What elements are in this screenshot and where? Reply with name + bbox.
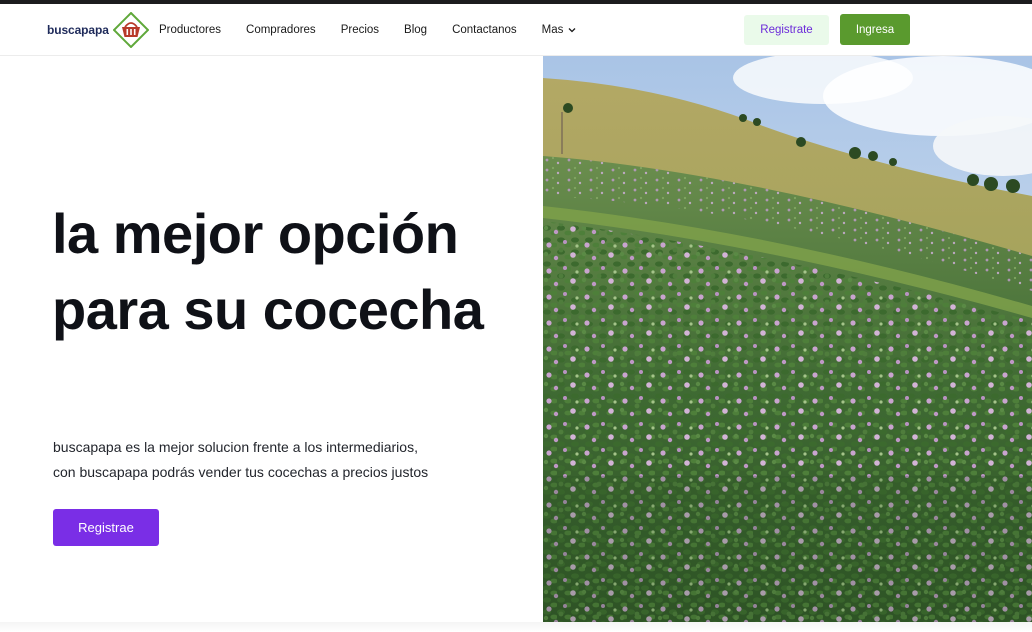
main-nav: Productores Compradores Precios Blog Con… bbox=[159, 4, 602, 56]
brand-name: buscapapa bbox=[47, 23, 109, 37]
chevron-down-icon bbox=[568, 28, 576, 33]
nav-link-compradores[interactable]: Compradores bbox=[246, 24, 316, 36]
basket-diamond-icon bbox=[112, 12, 149, 48]
nav-link-contactanos[interactable]: Contactanos bbox=[452, 24, 517, 36]
hero-register-button[interactable]: Registrae bbox=[53, 509, 159, 546]
nav-dropdown-mas-label: Mas bbox=[541, 24, 564, 36]
nav-link-precios[interactable]: Precios bbox=[341, 24, 379, 36]
register-button[interactable]: Registrate bbox=[744, 15, 829, 45]
nav-link-productores[interactable]: Productores bbox=[159, 24, 221, 36]
nav-link-blog[interactable]: Blog bbox=[404, 24, 427, 36]
hero-subtitle-line-1: buscapapa es la mejor solucion frente a … bbox=[53, 439, 418, 455]
hero-title: la mejor opción para su cocecha bbox=[52, 202, 484, 341]
login-button[interactable]: Ingresa bbox=[840, 14, 910, 45]
potato-field-illustration bbox=[543, 56, 1032, 622]
hero-subtitle-line-2: con buscapapa podrás vender tus cocechas… bbox=[53, 464, 429, 480]
nav-dropdown-mas[interactable]: Mas bbox=[542, 24, 578, 36]
navbar: buscapapa Productores Compradores Precio… bbox=[0, 4, 1032, 56]
brand[interactable]: buscapapa bbox=[47, 12, 149, 48]
hero-subtitle: buscapapa es la mejor solucion frente a … bbox=[53, 435, 493, 485]
section-divider bbox=[0, 622, 1032, 632]
hero-field-image bbox=[543, 56, 1032, 622]
